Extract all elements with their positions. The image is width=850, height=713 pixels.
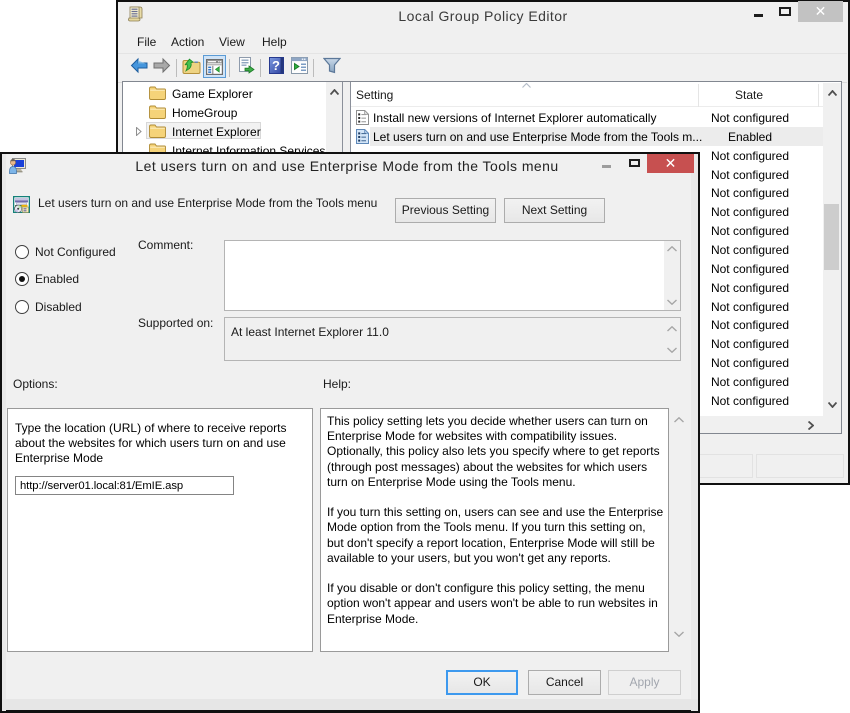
svg-text:?: ? xyxy=(272,58,280,73)
